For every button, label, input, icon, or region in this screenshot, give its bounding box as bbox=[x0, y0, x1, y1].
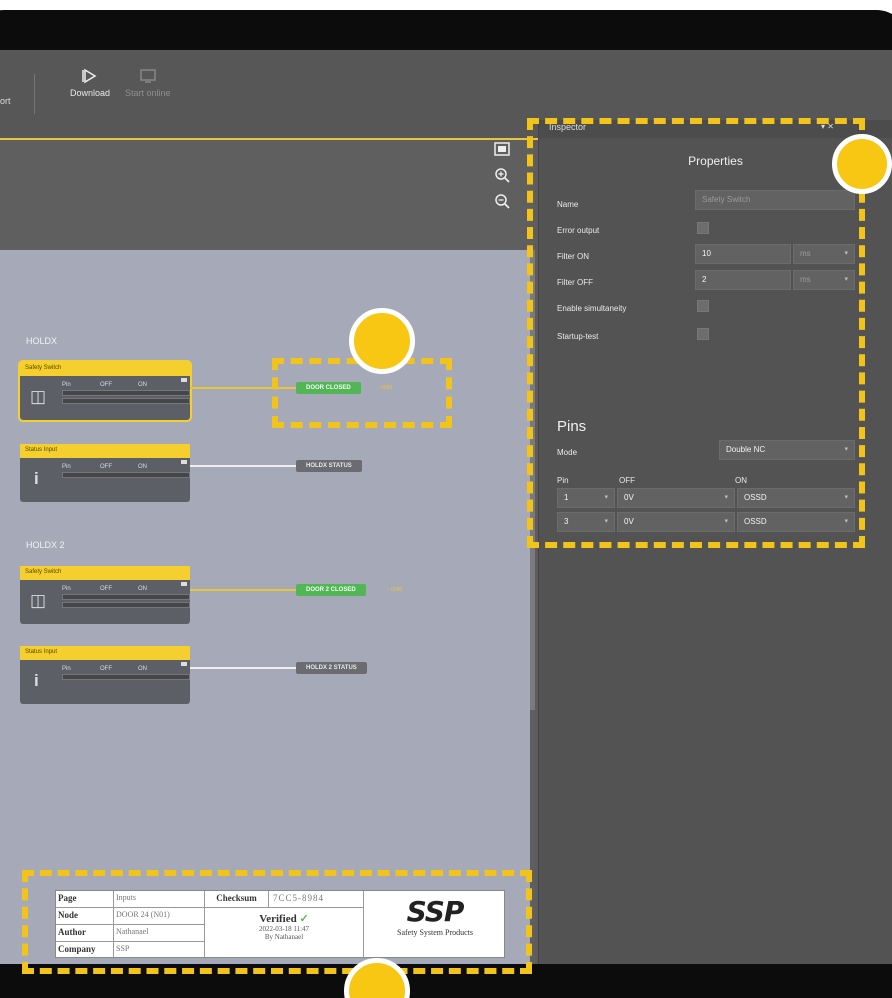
zoom-in-button[interactable] bbox=[490, 166, 514, 190]
diagram-workspace: HOLDX Safety Switch ◫ Pin OFF ON DOOR CLOS… bbox=[0, 140, 535, 964]
pin-header: Pin bbox=[62, 382, 71, 388]
output-pin[interactable] bbox=[181, 582, 187, 586]
wire bbox=[190, 465, 296, 467]
block-pin-table: Pin OFF ON bbox=[62, 464, 190, 478]
pin-row bbox=[62, 594, 190, 600]
pin-row bbox=[62, 390, 190, 396]
download-button[interactable]: Download bbox=[70, 68, 110, 98]
output-tag-holdx-2-status[interactable]: HOLDX 2 STATUS bbox=[296, 662, 367, 674]
off-header: OFF bbox=[100, 464, 112, 470]
pin-header: Pin bbox=[62, 666, 71, 672]
on-header: ON bbox=[138, 586, 147, 592]
download-icon bbox=[82, 68, 97, 84]
on-header: ON bbox=[138, 464, 147, 470]
pin-row bbox=[62, 674, 190, 680]
output-pin[interactable] bbox=[181, 378, 187, 382]
tag-note: - 0000 bbox=[388, 587, 403, 593]
block-body: i Pin OFF ON bbox=[20, 660, 190, 704]
callout-marker bbox=[832, 134, 892, 194]
door-switch-icon: ◫ bbox=[30, 387, 47, 406]
door-switch-icon: ◫ bbox=[30, 591, 47, 610]
info-icon: i bbox=[34, 671, 39, 690]
off-header: OFF bbox=[100, 586, 112, 592]
block-title: Safety Switch bbox=[20, 362, 190, 376]
zoom-out-icon bbox=[495, 194, 510, 209]
start-online-label: Start online bbox=[125, 88, 171, 98]
download-label: Download bbox=[70, 88, 111, 98]
monitor-icon bbox=[140, 69, 156, 83]
tag-callout-frame bbox=[272, 358, 452, 428]
status-input-block[interactable]: Status Input i Pin OFF ON bbox=[20, 646, 190, 704]
block-title: Status Input bbox=[20, 444, 190, 458]
output-pin[interactable] bbox=[181, 460, 187, 464]
block-pin-table: Pin OFF ON bbox=[62, 382, 190, 404]
on-header: ON bbox=[138, 382, 147, 388]
fit-view-button[interactable] bbox=[490, 140, 514, 164]
off-header: OFF bbox=[100, 382, 112, 388]
output-tag-holdx-status[interactable]: HOLDX STATUS bbox=[296, 460, 362, 472]
block-body: ◫ Pin OFF ON bbox=[20, 376, 190, 420]
start-online-button[interactable]: Start online bbox=[125, 68, 171, 98]
group-label-holdx: HOLDX bbox=[26, 336, 58, 346]
status-input-block[interactable]: Status Input i Pin OFF ON bbox=[20, 444, 190, 502]
toolbar-separator bbox=[34, 74, 35, 114]
pin-row bbox=[62, 472, 190, 478]
title-block-callout-frame bbox=[22, 870, 532, 974]
inspector-callout-frame bbox=[527, 118, 865, 548]
info-icon: i bbox=[34, 469, 39, 488]
wire bbox=[190, 667, 296, 669]
pin-row bbox=[62, 398, 190, 404]
block-title: Safety Switch bbox=[20, 566, 190, 580]
wire bbox=[190, 589, 296, 591]
fit-view-icon bbox=[494, 142, 510, 156]
pin-header: Pin bbox=[62, 464, 71, 470]
toolbar-left-label[interactable]: ort bbox=[0, 96, 11, 106]
output-tag-door-2-closed[interactable]: DOOR 2 CLOSED bbox=[296, 584, 366, 596]
group-label-holdx-2: HOLDX 2 bbox=[26, 540, 65, 550]
pin-header: Pin bbox=[62, 586, 71, 592]
off-header: OFF bbox=[100, 666, 112, 672]
zoom-in-icon bbox=[495, 168, 510, 183]
block-body: i Pin OFF ON bbox=[20, 458, 190, 502]
output-pin[interactable] bbox=[181, 662, 187, 666]
block-pin-table: Pin OFF ON bbox=[62, 666, 190, 680]
block-body: ◫ Pin OFF ON bbox=[20, 580, 190, 624]
callout-marker bbox=[349, 308, 415, 374]
block-title: Status Input bbox=[20, 646, 190, 660]
on-header: ON bbox=[138, 666, 147, 672]
safety-switch-block[interactable]: Safety Switch ◫ Pin OFF ON bbox=[18, 360, 192, 422]
zoom-out-button[interactable] bbox=[490, 192, 514, 216]
safety-switch-block[interactable]: Safety Switch ◫ Pin OFF ON bbox=[20, 566, 190, 624]
pin-row bbox=[62, 602, 190, 608]
block-pin-table: Pin OFF ON bbox=[62, 586, 190, 608]
